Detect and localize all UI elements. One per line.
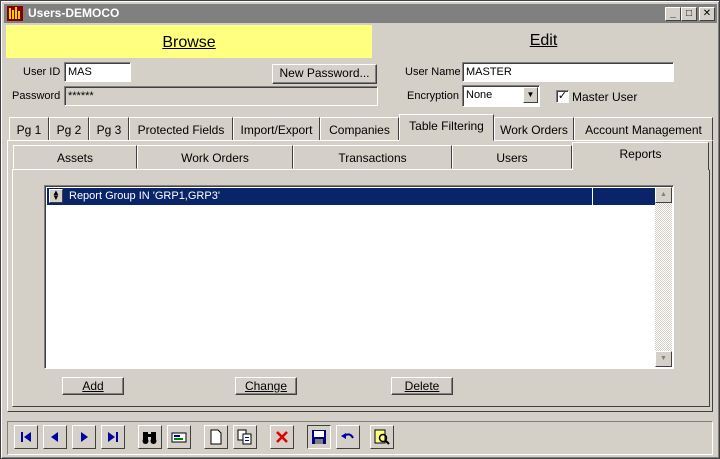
- new-password-button[interactable]: New Password...: [272, 64, 377, 84]
- tab-pg2[interactable]: Pg 2: [49, 117, 89, 141]
- edit-tab[interactable]: Edit: [372, 25, 715, 58]
- chevron-down-icon[interactable]: ▼: [523, 87, 538, 103]
- tab-pg1[interactable]: Pg 1: [9, 117, 49, 141]
- filter-expression: Report Group IN 'GRP1,GRP3': [69, 190, 220, 202]
- vertical-scrollbar[interactable]: ▲ ▼: [655, 187, 672, 367]
- report-icon[interactable]: [167, 425, 191, 449]
- window-title: Users-DEMOCO: [28, 6, 120, 20]
- last-record-icon[interactable]: [101, 425, 125, 449]
- edit-tab-label: Edit: [529, 32, 558, 49]
- tab-pg3[interactable]: Pg 3: [89, 117, 129, 141]
- scroll-down-button[interactable]: ▼: [655, 351, 672, 367]
- delete-button[interactable]: Delete: [391, 377, 453, 395]
- tab-work-orders[interactable]: Work Orders: [494, 117, 574, 141]
- sort-updown-icon[interactable]: ▲ ▼: [49, 189, 63, 203]
- subtab-transactions[interactable]: Transactions: [293, 145, 452, 169]
- tab-table-filtering[interactable]: Table Filtering: [399, 114, 494, 141]
- browse-tab[interactable]: Browse: [6, 25, 372, 58]
- copy-record-icon[interactable]: [233, 425, 257, 449]
- maximize-button[interactable]: □: [681, 7, 697, 21]
- previous-record-icon[interactable]: [43, 425, 67, 449]
- new-record-icon[interactable]: [204, 425, 228, 449]
- change-button[interactable]: Change: [235, 377, 297, 395]
- user-id-label: User ID: [23, 66, 61, 78]
- find-icon[interactable]: [138, 425, 162, 449]
- subtab-reports[interactable]: Reports: [572, 142, 709, 170]
- users-window: Users-DEMOCO _ □ ✕ Browse Edit User ID M…: [0, 0, 720, 459]
- preview-icon[interactable]: [370, 425, 394, 449]
- delete-record-icon[interactable]: [270, 425, 294, 449]
- password-label: Password: [12, 90, 61, 102]
- encryption-value: None: [466, 89, 493, 101]
- master-user-checkbox[interactable]: ✓: [556, 90, 569, 103]
- app-icon: [7, 6, 23, 21]
- subtab-assets[interactable]: Assets: [13, 145, 137, 169]
- list-item[interactable]: ▲ ▼ Report Group IN 'GRP1,GRP3': [47, 188, 656, 205]
- password-field[interactable]: ******: [64, 86, 378, 106]
- column-divider: [592, 188, 593, 205]
- tab-import-export[interactable]: Import/Export: [233, 117, 320, 141]
- undo-icon[interactable]: [336, 425, 360, 449]
- tab-protected-fields[interactable]: Protected Fields: [129, 117, 233, 141]
- close-button[interactable]: ✕: [699, 7, 715, 21]
- next-record-icon[interactable]: [72, 425, 96, 449]
- user-id-field[interactable]: MAS: [64, 62, 131, 82]
- minimize-button[interactable]: _: [665, 7, 681, 21]
- browse-tab-label: Browse: [162, 34, 216, 51]
- filter-list[interactable]: ▲ ▼ Report Group IN 'GRP1,GRP3' ▲ ▼: [44, 185, 674, 369]
- subtab-work-orders[interactable]: Work Orders: [137, 145, 293, 169]
- title-bar[interactable]: Users-DEMOCO _ □ ✕: [4, 4, 717, 23]
- add-button[interactable]: Add: [62, 377, 124, 395]
- scroll-up-button[interactable]: ▲: [655, 187, 672, 203]
- first-record-icon[interactable]: [14, 425, 38, 449]
- encryption-label: Encryption: [407, 90, 459, 102]
- user-name-label: User Name: [405, 66, 461, 78]
- user-name-field[interactable]: MASTER: [462, 62, 674, 82]
- subtab-users[interactable]: Users: [452, 145, 572, 169]
- tab-account-management[interactable]: Account Management: [574, 117, 713, 141]
- master-user-label: Master User: [572, 90, 638, 104]
- save-icon[interactable]: [307, 425, 331, 449]
- tab-companies[interactable]: Companies: [320, 117, 399, 141]
- encryption-select[interactable]: None ▼: [462, 85, 540, 107]
